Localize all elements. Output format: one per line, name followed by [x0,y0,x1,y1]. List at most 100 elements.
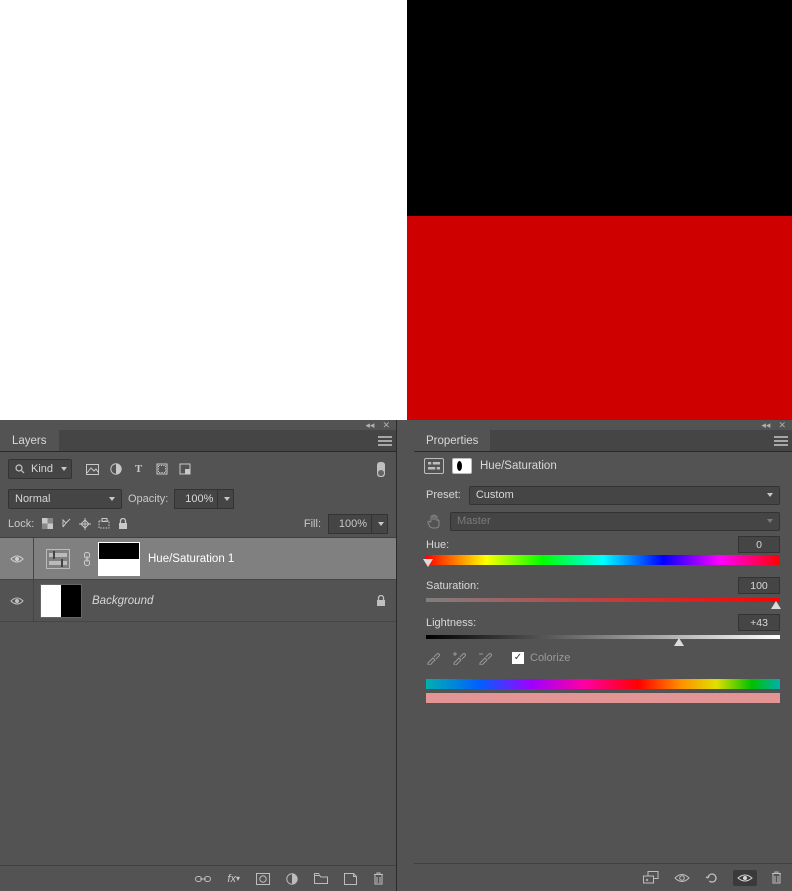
filter-type-icons: T [86,463,191,476]
collapse-icon[interactable]: ◂◂ [365,420,374,431]
layers-footer: fx▾ [0,865,396,891]
toggle-visibility-icon[interactable] [733,870,757,886]
hue-input[interactable]: 0 [738,536,780,553]
channel-select: Master [450,512,780,531]
hue-label: Hue: [426,539,449,551]
blend-opacity-row: Normal Opacity: 100% [0,482,396,512]
saturation-input[interactable]: 100 [738,577,780,594]
output-spectrum-bar [426,693,780,703]
layer-background[interactable]: Background [0,580,396,622]
eyedropper-minus-icon[interactable] [478,651,492,665]
opacity-chevron[interactable] [218,489,234,509]
layer-mask-thumb[interactable] [98,542,140,576]
blend-mode-select[interactable]: Normal [8,489,122,509]
check-icon: ✓ [512,652,524,664]
chevron-down-icon [61,467,67,471]
fill-chevron[interactable] [372,514,388,534]
layer-list: Hue/Saturation 1 Background [0,538,396,622]
delete-layer-icon[interactable] [373,872,384,885]
add-mask-icon[interactable] [256,873,270,885]
properties-panel-tabs: Properties [414,430,792,452]
lock-artboard-icon[interactable] [98,518,110,530]
new-layer-icon[interactable] [344,873,357,885]
fill-input[interactable]: 100% [328,514,372,534]
input-spectrum-bar [426,679,780,689]
eyedropper-plus-icon[interactable] [452,651,466,665]
lightness-slider[interactable] [426,635,780,639]
panel-menu-icon[interactable] [374,430,396,451]
layers-panel: ◂◂ ✕ Layers Kind T Normal Opacity: 100 [0,420,397,891]
filter-type-icon[interactable]: T [132,463,145,476]
lightness-slider-block: Lightness: +43 [426,614,780,639]
layer-hue-saturation[interactable]: Hue/Saturation 1 [0,538,396,580]
opacity-input[interactable]: 100% [174,489,218,509]
preset-select[interactable]: Custom [469,486,780,505]
filter-shape-icon[interactable] [155,463,168,476]
clip-to-layer-icon[interactable] [643,871,659,884]
chevron-down-icon [109,497,115,501]
lock-image-icon[interactable] [60,518,72,530]
delete-adjustment-icon[interactable] [771,871,782,884]
hue-slider[interactable] [426,555,780,565]
fx-icon[interactable]: fx▾ [227,873,240,885]
eyedropper-icon[interactable] [426,651,440,665]
lock-all-icon[interactable] [117,518,129,530]
visibility-toggle[interactable] [0,580,34,621]
fill-label: Fill: [304,518,321,530]
layers-panel-tabs: Layers [0,430,396,452]
saturation-slider[interactable] [426,598,780,602]
lock-icon[interactable] [376,595,386,607]
filter-kind-label: Kind [31,463,53,475]
properties-header: Hue/Saturation [414,452,792,484]
lightness-input[interactable]: +43 [738,614,780,631]
properties-body: Preset: Custom Master Hue: 0 [414,484,792,703]
close-icon[interactable]: ✕ [382,420,390,431]
saturation-slider-block: Saturation: 100 [426,577,780,602]
layers-tab[interactable]: Layers [0,430,59,451]
mask-icon[interactable] [452,458,472,474]
targeted-adjustment-icon[interactable] [426,513,442,529]
colorize-label: Colorize [530,652,570,664]
adjustment-icon[interactable] [424,458,444,474]
eyedropper-row: ✓ Colorize [426,651,780,665]
layers-panel-topbar: ◂◂ ✕ [0,420,396,430]
adjustment-thumb-icon [40,544,76,574]
panel-menu-icon[interactable] [770,430,792,451]
filter-kind-select[interactable]: Kind [8,459,72,479]
layer-name[interactable]: Hue/Saturation 1 [148,553,234,565]
mask-link-icon[interactable] [80,552,94,566]
canvas-area [0,0,792,420]
reset-icon[interactable] [705,871,719,885]
slider-thumb[interactable] [674,638,684,646]
filter-smartobject-icon[interactable] [178,463,191,476]
blend-mode-value: Normal [15,493,50,505]
new-group-icon[interactable] [314,873,328,884]
new-adjustment-icon[interactable] [286,873,298,885]
visibility-toggle[interactable] [0,538,34,579]
link-layers-icon[interactable] [195,874,211,884]
canvas-white-region [0,0,407,420]
view-previous-icon[interactable] [673,872,691,884]
colorize-checkbox[interactable]: ✓ Colorize [512,652,570,664]
filter-toggle[interactable] [377,462,385,477]
chevron-down-icon [767,519,773,523]
properties-tab[interactable]: Properties [414,430,490,451]
lock-row: Lock: Fill: 100% [0,512,396,538]
slider-thumb[interactable] [771,601,781,609]
layer-thumb [40,584,82,618]
lightness-label: Lightness: [426,617,476,629]
layer-filter-row: Kind T [0,452,396,482]
adjustment-title: Hue/Saturation [480,460,557,472]
saturation-label: Saturation: [426,580,479,592]
filter-pixel-icon[interactable] [86,463,99,476]
filter-adjustment-icon[interactable] [109,463,122,476]
properties-footer [414,863,792,891]
canvas-red-region [407,216,792,420]
close-icon[interactable]: ✕ [778,420,786,431]
slider-thumb[interactable] [423,559,433,567]
collapse-icon[interactable]: ◂◂ [761,420,770,431]
lock-position-icon[interactable] [79,518,91,530]
properties-panel-topbar: ◂◂ ✕ [414,420,792,430]
layer-name[interactable]: Background [92,595,153,607]
lock-transparent-icon[interactable] [41,518,53,530]
